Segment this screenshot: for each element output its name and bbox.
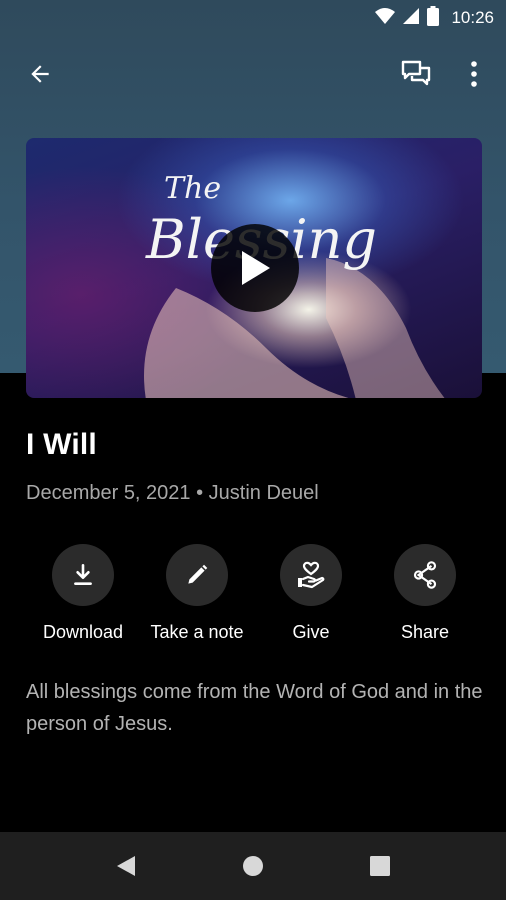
thumbnail-title-the: The bbox=[164, 171, 221, 206]
status-bar: 10:26 bbox=[0, 0, 506, 36]
download-label: Download bbox=[42, 622, 124, 642]
share-label: Share bbox=[400, 622, 450, 642]
play-icon bbox=[242, 251, 270, 285]
sermon-meta: December 5, 2021 • Justin Deuel bbox=[26, 482, 319, 504]
action-row: Download Take a note Give Share bbox=[0, 544, 506, 654]
give-heart-hand-icon bbox=[298, 561, 325, 589]
battery-icon bbox=[427, 5, 440, 31]
give-circle bbox=[280, 544, 342, 606]
sermon-title: I Will bbox=[26, 428, 97, 461]
more-vertical-icon bbox=[471, 61, 477, 87]
nav-back-icon bbox=[117, 856, 135, 876]
back-button[interactable] bbox=[18, 52, 62, 96]
give-label: Give bbox=[292, 622, 330, 642]
share-button[interactable]: Share bbox=[365, 544, 485, 643]
nav-recents-icon bbox=[370, 856, 390, 876]
cell-signal-icon bbox=[403, 7, 420, 30]
status-time: 10:26 bbox=[451, 8, 494, 27]
system-nav-bar bbox=[0, 832, 506, 900]
nav-recents-button[interactable] bbox=[358, 844, 402, 888]
share-circle bbox=[394, 544, 456, 606]
share-icon bbox=[413, 561, 437, 589]
nav-back-button[interactable] bbox=[104, 844, 148, 888]
nav-home-button[interactable] bbox=[231, 844, 275, 888]
sermon-description: All blessings come from the Word of God … bbox=[26, 681, 483, 735]
take-note-circle bbox=[166, 544, 228, 606]
app-bar bbox=[0, 48, 506, 100]
take-note-button[interactable]: Take a note bbox=[137, 544, 257, 643]
download-icon bbox=[74, 563, 92, 585]
play-button[interactable] bbox=[211, 224, 299, 312]
chat-button[interactable] bbox=[394, 52, 438, 96]
chat-bubbles-icon bbox=[401, 60, 431, 86]
nav-home-icon bbox=[243, 856, 263, 876]
download-button[interactable]: Download bbox=[23, 544, 143, 643]
give-button[interactable]: Give bbox=[251, 544, 371, 643]
more-options-button[interactable] bbox=[452, 52, 496, 96]
download-circle bbox=[52, 544, 114, 606]
arrow-left-icon bbox=[31, 65, 49, 83]
pencil-icon bbox=[188, 564, 208, 584]
take-note-label: Take a note bbox=[150, 622, 244, 642]
wifi-icon bbox=[375, 7, 396, 30]
